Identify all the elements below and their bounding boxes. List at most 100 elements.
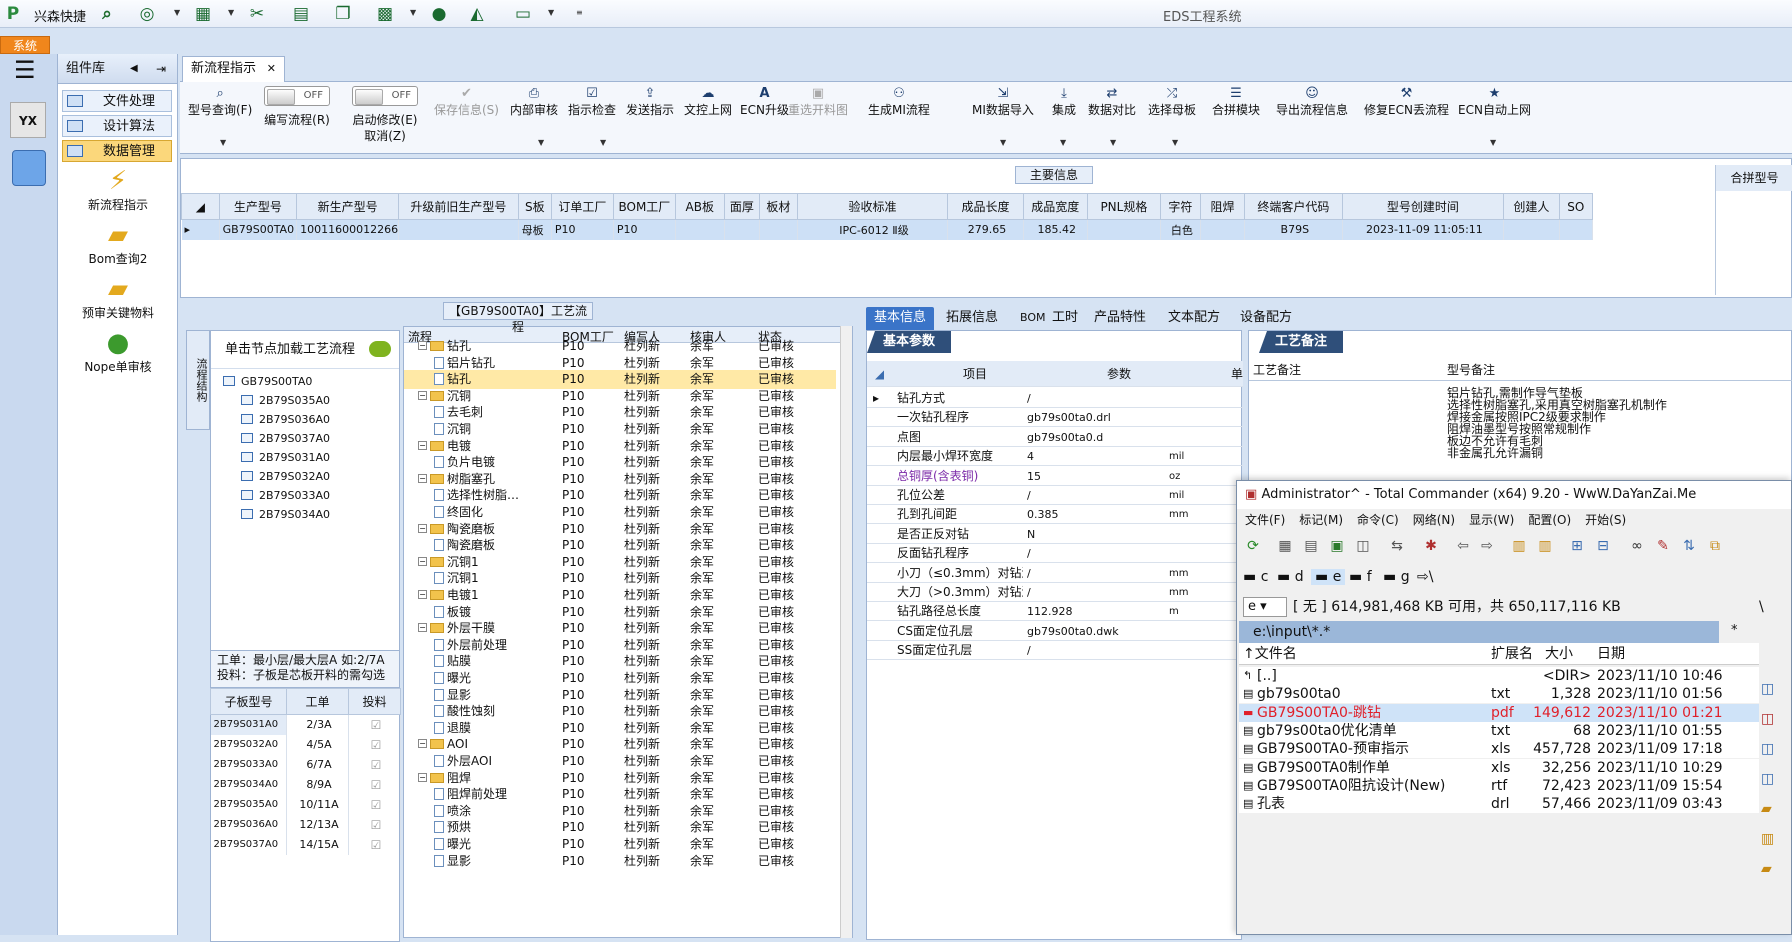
drive-f-button[interactable]: ▬ f (1349, 569, 1372, 585)
merge-module-button[interactable]: ☰ 合拼模块 (1212, 86, 1260, 118)
tool-nope-review[interactable]: ● Nope单审核 (58, 328, 178, 375)
param-row[interactable]: 孔位公差 / mil (867, 486, 1243, 505)
thumbnail-icon[interactable]: ◫ (1353, 536, 1373, 556)
param-row[interactable]: 总铜厚(含表铜) 15 oz (867, 467, 1243, 486)
generate-mi-flow-button[interactable]: ⚇ 生成MI流程 (868, 86, 930, 118)
param-row[interactable]: 一次钻孔程序 gb79s00ta0.drl (867, 408, 1243, 428)
model-notes-text[interactable]: 铝片钻孔,需制作导气垫板 选择性树脂塞孔,采用真空树脂塞孔机制作 焊接金属按照I… (1447, 387, 1667, 459)
grid-icon[interactable]: ▩ (374, 4, 396, 24)
area-chart-icon[interactable]: ◭ (466, 4, 488, 24)
invert-select-icon[interactable]: ⇆ (1387, 536, 1407, 556)
select-mother-board-button[interactable]: ⤮ 选择母板 (1148, 86, 1196, 118)
param-value[interactable]: / (1027, 641, 1167, 660)
param-value[interactable]: gb79s00ta0.drl (1027, 408, 1167, 427)
internal-review-button[interactable]: ⎙ 内部审核 (510, 86, 558, 118)
send-instruction-button[interactable]: ⇪ 发送指示 (626, 86, 674, 118)
param-value[interactable]: / (1027, 486, 1167, 505)
sort-size-header[interactable]: 大小 (1545, 643, 1573, 665)
ecn-upgrade-button[interactable]: A ECN升级 (740, 86, 789, 118)
lifebuoy-icon[interactable]: ◎ (136, 4, 158, 24)
collapse-icon[interactable]: − (418, 440, 427, 450)
save-info-button[interactable]: ✔ 保存信息(S) (434, 86, 499, 118)
param-row[interactable]: ▸ 钻孔方式 / (867, 389, 1243, 408)
param-value[interactable]: N (1027, 525, 1167, 544)
collapse-left-icon[interactable]: ◀ (130, 54, 138, 84)
file-row[interactable]: ▤ gb79s00ta0 txt 1,328 2023/11/10 01:56 (1239, 685, 1759, 704)
table-row[interactable]: 2B79S034A0 8/9A ☑ (210, 774, 401, 795)
mi-import-button[interactable]: ⇲ MI数据导入 (972, 86, 1034, 118)
param-value[interactable]: 4 (1027, 447, 1167, 466)
back-icon[interactable]: ⇦ (1453, 536, 1473, 556)
file-row[interactable]: ▤ GB79S00TA0阻抗设计(New) rtf 72,423 2023/11/09 … (1239, 776, 1759, 795)
monitor-icon[interactable]: ▭ (512, 4, 534, 24)
flow-structure-side-tab[interactable]: 流程结构 (186, 330, 210, 430)
tab-new-flow[interactable]: 新流程指示 ✕ (182, 56, 286, 82)
param-row[interactable]: 大刀（>0.3mm）对钻深度 /mm (867, 583, 1243, 602)
flow-row[interactable]: 显影 P10 杜列新 余军 已审核 (404, 852, 836, 871)
tree-node[interactable]: 2B79S032A0 (241, 470, 330, 483)
param-value[interactable]: / (1027, 564, 1167, 583)
tree-node[interactable]: 2B79S035A0 (241, 394, 330, 407)
param-value[interactable]: 112.928 (1027, 602, 1167, 621)
checkbox[interactable]: ☑ (348, 814, 401, 835)
compare-icon[interactable]: ⧉ (1705, 536, 1725, 556)
table-row[interactable]: ▸ GB79S00TA0 10011600012266 母板 P10 P10 IPC-60… (181, 219, 1594, 240)
system-tab[interactable]: 系统 (0, 36, 50, 54)
network-drive-button[interactable]: ⇨\ (1417, 569, 1433, 585)
drive-select[interactable]: e ▾ (1243, 597, 1287, 617)
checkbox[interactable]: ☑ (348, 714, 401, 735)
tab-basic-info[interactable]: 基本信息 (866, 307, 935, 330)
param-value[interactable]: gb79s00ta0.d (1027, 428, 1167, 447)
param-row[interactable]: 小刀（≤0.3mm）对钻深度 /mm (867, 564, 1243, 583)
start-edit-toggle[interactable]: OFF 启动修改(E) 取消(Z) (352, 86, 418, 144)
drive-c-button[interactable]: ▬ c (1243, 569, 1268, 585)
tree-node[interactable]: 2B79S036A0 (241, 413, 330, 426)
unzip-icon[interactable]: ▥ (1535, 536, 1555, 556)
sidebar-item-file[interactable]: 文件处理 (62, 90, 172, 112)
url-icon[interactable]: ⊟ (1593, 536, 1613, 556)
doc-control-button[interactable]: ☁ 文控上网 (684, 86, 732, 118)
flow-scrollbar[interactable] (840, 326, 852, 938)
collapse-icon[interactable]: − (418, 341, 427, 350)
tab-product-features[interactable]: 产品特性 (1086, 307, 1154, 330)
drive-d-button[interactable]: ▬ d (1277, 569, 1304, 585)
menu-icon[interactable]: ☰ (14, 58, 36, 82)
param-value[interactable]: / (1027, 583, 1167, 602)
param-value[interactable]: 0.385 (1027, 505, 1167, 524)
multirename-icon[interactable]: ✎ (1653, 536, 1673, 556)
param-value[interactable]: gb79s00ta0.dwk (1027, 622, 1167, 641)
param-row[interactable]: 钻孔路径总长度 112.928 m (867, 602, 1243, 622)
sort-date-header[interactable]: 日期 (1597, 643, 1625, 665)
tab-equipment-recipe[interactable]: 设备配方 (1232, 307, 1300, 330)
integrate-button[interactable]: ⤓ 集成 (1052, 86, 1076, 118)
checkbox[interactable]: ☑ (348, 834, 401, 855)
root-button[interactable]: \ (1759, 595, 1764, 619)
tree-root-node[interactable]: GB79S00TA0 (223, 375, 312, 388)
reselect-cutting-button[interactable]: ▣ 重选开料图 (788, 86, 848, 118)
tree-node[interactable]: 2B79S037A0 (241, 432, 330, 445)
collapse-icon[interactable]: − (418, 623, 427, 633)
sort-ext-header[interactable]: 扩展名 (1491, 643, 1533, 665)
file-row[interactable]: ▤ gb79s00ta0优化清单 txt 68 2023/11/10 01:55 (1239, 721, 1759, 740)
tab-text-recipe[interactable]: 文本配方 (1160, 307, 1228, 330)
copy-icon[interactable]: ❐ (332, 4, 354, 24)
param-row[interactable]: 内层最小焊环宽度 4 mil (867, 447, 1243, 467)
pin-icon[interactable]: ⇥ (156, 54, 166, 84)
collapse-icon[interactable]: − (418, 473, 427, 483)
file-row[interactable]: ▤ 孔表 drl 57,466 2023/11/09 03:43 (1239, 795, 1759, 814)
file-row[interactable]: ▤ GB79S00TA0制作单 xls 32,256 2023/11/10 10:29 (1239, 758, 1759, 777)
ftp-icon[interactable]: ⊞ (1567, 536, 1587, 556)
table-row[interactable]: 2B79S032A0 4/5A ☑ (210, 734, 401, 755)
tree-view-icon[interactable]: ▣ (1327, 536, 1347, 556)
sync-icon[interactable]: ⇅ (1679, 536, 1699, 556)
close-icon[interactable]: ✕ (267, 57, 276, 81)
tab-hours[interactable]: 工时 (1044, 307, 1086, 330)
write-flow-toggle[interactable]: OFF 编写流程(R) (264, 86, 330, 128)
binoculars-icon[interactable]: ∞ (1627, 536, 1647, 556)
filter-field[interactable]: * (1731, 623, 1738, 638)
data-compare-button[interactable]: ⇄ 数据对比 (1088, 86, 1136, 118)
checkbox[interactable]: ☑ (348, 774, 401, 795)
collapse-icon[interactable]: − (418, 523, 427, 533)
tool-new-flow[interactable]: ⚡ 新流程指示 (58, 166, 178, 213)
collapse-icon[interactable]: − (418, 739, 427, 749)
